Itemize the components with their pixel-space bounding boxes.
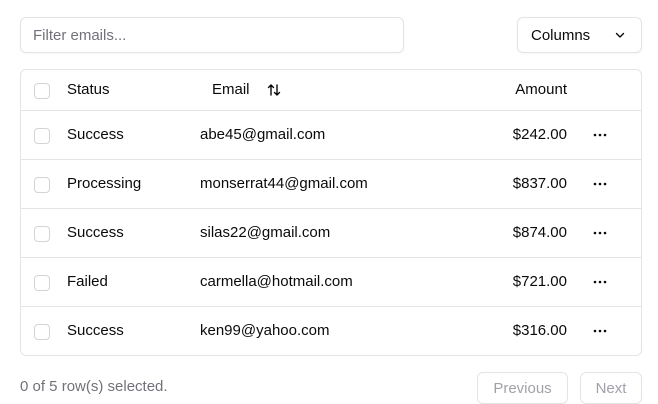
more-horizontal-icon (593, 182, 607, 186)
email-sort-button[interactable]: Email (212, 81, 282, 98)
chevron-down-icon (615, 32, 625, 38)
table-row: Processing monserrat44@gmail.com $837.00 (21, 160, 641, 209)
email-column-header: Email (212, 81, 250, 98)
table-row: Failed carmella@hotmail.com $721.00 (21, 258, 641, 307)
row-checkbox[interactable] (34, 128, 50, 144)
more-horizontal-icon (593, 280, 607, 284)
table-row: Success silas22@gmail.com $874.00 (21, 209, 641, 258)
email-filter-input[interactable] (21, 18, 403, 52)
row-actions-button[interactable] (589, 320, 611, 342)
email-filter-field[interactable] (20, 17, 404, 53)
row-email: silas22@gmail.com (200, 224, 331, 241)
previous-page-button[interactable]: Previous (477, 372, 568, 404)
row-checkbox[interactable] (34, 177, 50, 193)
row-email: ken99@yahoo.com (200, 322, 330, 339)
payments-table: Status Email Amount Success abe45@gmail.… (20, 69, 642, 356)
row-actions-button[interactable] (589, 271, 611, 293)
columns-button-label: Columns (531, 26, 591, 44)
row-actions-button[interactable] (589, 173, 611, 195)
row-status: Processing (67, 175, 142, 192)
select-all-checkbox[interactable] (34, 83, 50, 99)
row-amount: $721.00 (512, 273, 567, 290)
status-column-header: Status (67, 81, 110, 98)
row-status: Success (67, 126, 124, 143)
row-amount: $874.00 (512, 224, 567, 241)
row-status: Success (67, 322, 124, 339)
more-horizontal-icon (593, 133, 607, 137)
table-row: Success ken99@yahoo.com $316.00 (21, 307, 641, 355)
selection-count: 0 of 5 row(s) selected. (20, 378, 168, 395)
table-header-row: Status Email Amount (21, 70, 641, 111)
row-actions-button[interactable] (589, 222, 611, 244)
table-row: Success abe45@gmail.com $242.00 (21, 111, 641, 160)
row-checkbox[interactable] (34, 226, 50, 242)
row-amount: $316.00 (512, 322, 567, 339)
more-horizontal-icon (593, 329, 607, 333)
row-amount: $837.00 (512, 175, 567, 192)
row-actions-button[interactable] (589, 124, 611, 146)
row-status: Success (67, 224, 124, 241)
row-checkbox[interactable] (34, 324, 50, 340)
next-page-button[interactable]: Next (580, 372, 642, 404)
row-status: Failed (67, 273, 108, 290)
row-email: abe45@gmail.com (200, 126, 326, 143)
row-amount: $242.00 (512, 126, 567, 143)
amount-column-header: Amount (515, 81, 567, 98)
sort-arrows-icon (267, 83, 280, 96)
columns-button[interactable]: Columns (517, 17, 642, 53)
row-email: monserrat44@gmail.com (200, 175, 368, 192)
row-checkbox[interactable] (34, 275, 50, 291)
more-horizontal-icon (593, 231, 607, 235)
row-email: carmella@hotmail.com (200, 273, 353, 290)
